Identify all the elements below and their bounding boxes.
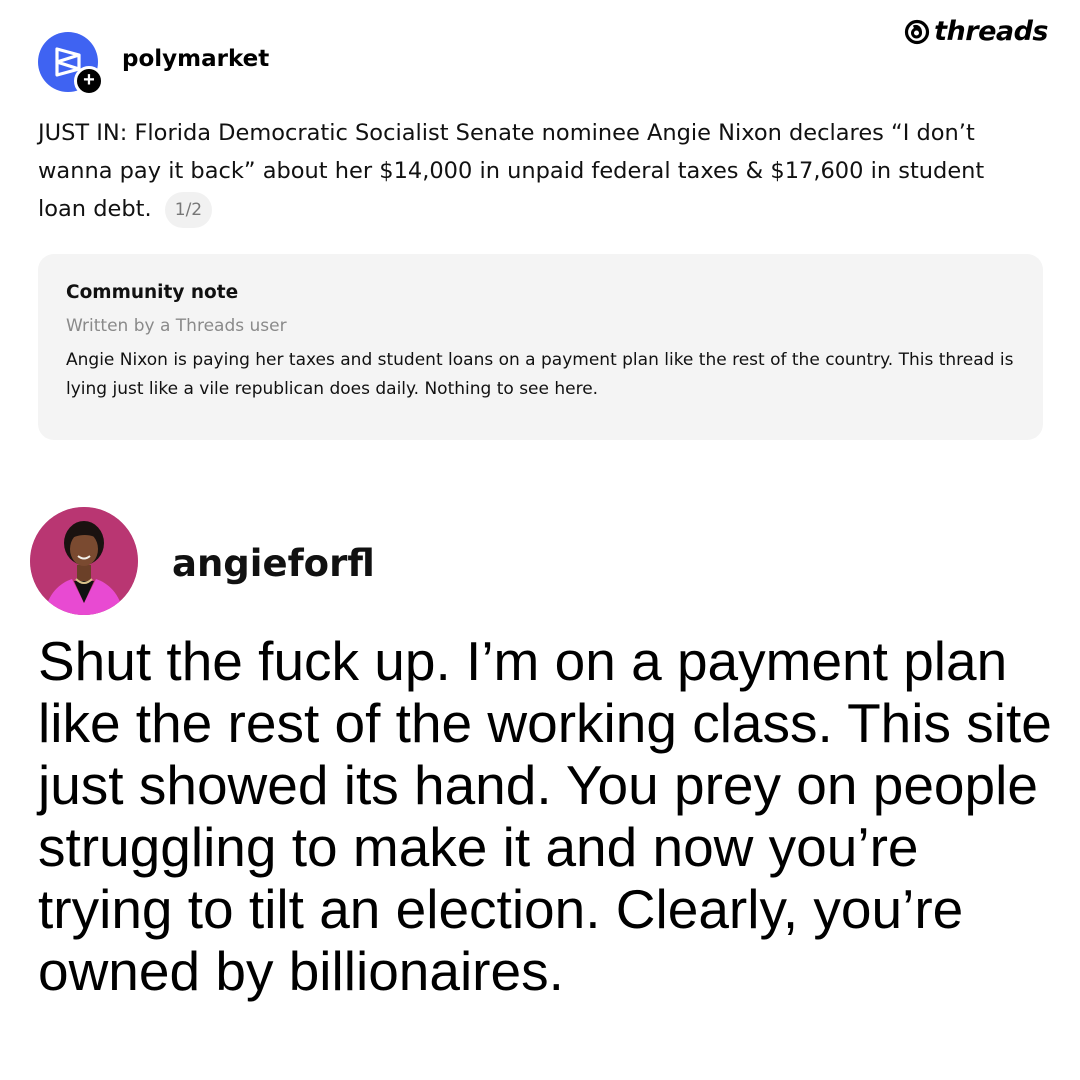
post-header: + polymarket — [38, 30, 1043, 96]
angieforfl-post: angieforfl Shut the fuck up. I’m on a pa… — [30, 506, 1060, 1002]
page-indicator: 1/2 — [164, 191, 213, 228]
post-body: Shut the fuck up. I’m on a payment plan … — [38, 630, 1052, 1002]
profile-avatar[interactable] — [30, 507, 138, 615]
community-note-text: Angie Nixon is paying her taxes and stud… — [66, 350, 1014, 399]
polymarket-avatar[interactable]: + — [38, 32, 104, 96]
community-note[interactable]: Community note Written by a Threads user… — [38, 254, 1043, 440]
post-username[interactable]: angieforfl — [172, 542, 375, 585]
community-note-author: Written by a Threads user — [66, 316, 287, 336]
plus-icon[interactable]: + — [74, 66, 104, 96]
post-username[interactable]: polymarket — [122, 46, 269, 72]
post-text: JUST IN: Florida Democratic Socialist Se… — [38, 114, 1038, 228]
community-note-title: Community note — [66, 282, 239, 303]
polymarket-post: + polymarket JUST IN: Florida Democratic… — [38, 30, 1043, 440]
post-header: angieforfl — [30, 506, 1060, 616]
